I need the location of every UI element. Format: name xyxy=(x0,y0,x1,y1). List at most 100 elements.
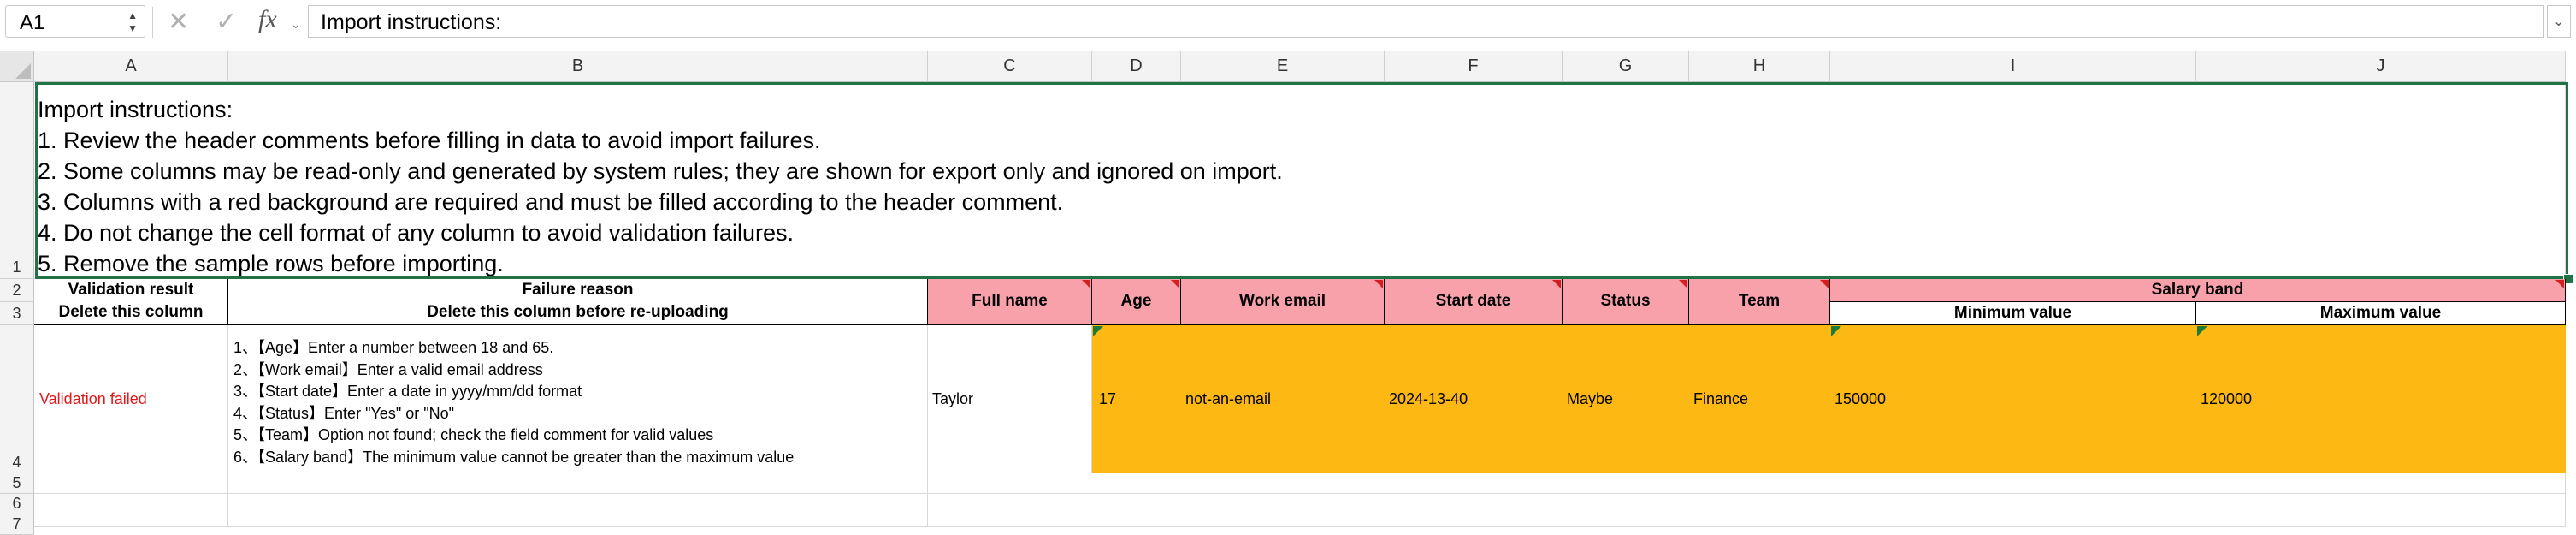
start-date-cell[interactable]: 2024-13-40 xyxy=(1385,325,1563,473)
failure-reason-label: Failure reason xyxy=(522,281,634,299)
selection-outline xyxy=(35,82,2568,279)
maximum-value-cell[interactable]: 120000 xyxy=(2196,325,2566,473)
status-cell[interactable]: Maybe xyxy=(1563,325,1689,473)
start-date-value: 2024-13-40 xyxy=(1389,389,1468,407)
error-indicator-icon xyxy=(1831,326,1841,336)
failure-line: 3、【Start date】Enter a date in yyyy/mm/dd… xyxy=(233,383,582,400)
status-value: Maybe xyxy=(1567,389,1614,407)
validation-result-header[interactable]: Validation result Delete this column bef… xyxy=(34,279,228,325)
row-header-7[interactable]: 7 xyxy=(0,514,34,535)
empty-cell[interactable] xyxy=(228,494,928,514)
formula-text: Import instructions: xyxy=(321,10,502,34)
column-header-i[interactable]: I xyxy=(1830,51,2196,82)
chevron-up-icon[interactable]: ▲ xyxy=(127,10,138,21)
row-header-4[interactable]: 4 xyxy=(0,325,34,473)
row-header-3[interactable]: 3 xyxy=(0,302,34,325)
failure-line: 1、【Age】Enter a number between 18 and 65. xyxy=(233,339,554,356)
age-value: 17 xyxy=(1099,389,1117,407)
minimum-value-cell[interactable]: 150000 xyxy=(1830,325,2196,473)
empty-cell[interactable] xyxy=(34,514,228,527)
x-icon[interactable]: ✕ xyxy=(168,7,189,37)
error-indicator-icon xyxy=(2197,326,2207,336)
age-header[interactable]: Age xyxy=(1092,279,1181,325)
formula-input[interactable]: Import instructions: xyxy=(308,5,2544,38)
column-header-c[interactable]: C xyxy=(928,51,1092,82)
empty-cell[interactable] xyxy=(228,473,928,494)
maximum-value: 120000 xyxy=(2201,389,2253,407)
check-icon[interactable]: ✓ xyxy=(216,7,237,37)
column-header-f[interactable]: F xyxy=(1385,51,1563,82)
empty-cell[interactable] xyxy=(34,473,228,494)
minimum-value-header[interactable]: Minimum value xyxy=(1830,302,2196,325)
comment-indicator-icon xyxy=(1171,280,1179,288)
start-date-header[interactable]: Start date xyxy=(1385,279,1563,325)
work-email-value: not-an-email xyxy=(1185,389,1272,407)
failure-reason-cell[interactable]: 1、【Age】Enter a number between 18 and 65.… xyxy=(228,325,928,473)
team-label: Team xyxy=(1738,292,1781,310)
chevron-down-icon: ⌄ xyxy=(2553,15,2565,29)
start-date-label: Start date xyxy=(1435,292,1511,310)
status-label: Status xyxy=(1600,292,1651,310)
formula-bar: A1 ▲ ▼ ✕ ✓ fx ⌄ Import instructions: ⌄ xyxy=(0,0,2576,45)
row-header-1[interactable]: 1 xyxy=(0,82,34,279)
comment-indicator-icon xyxy=(1679,280,1687,288)
empty-cell[interactable] xyxy=(34,494,228,514)
work-email-header[interactable]: Work email xyxy=(1181,279,1385,325)
comment-indicator-icon xyxy=(1820,280,1829,288)
empty-cell[interactable] xyxy=(928,473,2566,494)
validation-result-label: Validation result xyxy=(68,281,194,299)
full-name-header[interactable]: Full name xyxy=(928,279,1092,325)
column-header-b[interactable]: B xyxy=(228,51,928,82)
comment-indicator-icon xyxy=(1374,280,1383,288)
formula-expand-button[interactable]: ⌄ xyxy=(2547,5,2571,38)
fx-icon[interactable]: fx xyxy=(258,5,277,34)
fx-chevron-icon[interactable]: ⌄ xyxy=(291,17,301,32)
team-header[interactable]: Team xyxy=(1689,279,1830,325)
failure-reason-text: 1、【Age】Enter a number between 18 and 65.… xyxy=(233,337,794,468)
minimum-value: 150000 xyxy=(1835,389,1887,407)
maximum-value-label: Maximum value xyxy=(2319,304,2442,322)
full-name-cell[interactable]: Taylor xyxy=(928,325,1092,473)
failure-line: 6、【Salary band】The minimum value cannot … xyxy=(233,448,795,466)
work-email-cell[interactable]: not-an-email xyxy=(1181,325,1385,473)
failure-line: 2、【Work email】Enter a valid email addres… xyxy=(233,360,543,378)
salary-band-label: Salary band xyxy=(2151,281,2244,299)
validation-note: Delete this column before xyxy=(58,303,204,321)
comment-indicator-icon xyxy=(1552,280,1561,288)
validation-failed-text: Validation failed xyxy=(39,389,147,407)
full-name-value: Taylor xyxy=(932,389,974,407)
age-cell[interactable]: 17 xyxy=(1092,325,1181,473)
column-header-e[interactable]: E xyxy=(1181,51,1385,82)
column-header-g[interactable]: G xyxy=(1563,51,1689,82)
comment-indicator-icon xyxy=(1082,280,1090,288)
formula-divider xyxy=(152,7,153,38)
minimum-value-label: Minimum value xyxy=(1953,304,2072,322)
empty-cell[interactable] xyxy=(928,494,2566,514)
work-email-label: Work email xyxy=(1238,292,1326,310)
team-value: Finance xyxy=(1693,389,1749,407)
empty-cell[interactable] xyxy=(928,514,2566,527)
empty-cell[interactable] xyxy=(228,514,928,527)
maximum-value-header[interactable]: Maximum value xyxy=(2196,302,2566,325)
select-all-corner[interactable] xyxy=(0,51,34,82)
failure-line: 5、【Team】Option not found; check the fiel… xyxy=(233,426,714,443)
full-name-label: Full name xyxy=(972,292,1048,310)
column-header-h[interactable]: H xyxy=(1689,51,1830,82)
status-header[interactable]: Status xyxy=(1563,279,1689,325)
team-cell[interactable]: Finance xyxy=(1689,325,1830,473)
name-box-value: A1 xyxy=(20,11,45,34)
salary-band-header[interactable]: Salary band xyxy=(1830,279,2566,302)
column-header-j[interactable]: J xyxy=(2196,51,2566,82)
validation-result-cell[interactable]: Validation failed xyxy=(34,325,228,473)
row-header-6[interactable]: 6 xyxy=(0,494,34,514)
row-header-2[interactable]: 2 xyxy=(0,279,34,302)
column-header-d[interactable]: D xyxy=(1092,51,1181,82)
chevron-down-icon[interactable]: ▼ xyxy=(127,23,138,33)
age-label: Age xyxy=(1120,292,1152,310)
row-header-5[interactable]: 5 xyxy=(0,473,34,494)
error-indicator-icon xyxy=(1093,326,1103,336)
name-box[interactable]: A1 ▲ ▼ xyxy=(5,5,145,38)
column-header-a[interactable]: A xyxy=(34,51,228,82)
failure-reason-header[interactable]: Failure reason Delete this column before… xyxy=(228,279,928,325)
failure-line: 4、【Status】Enter "Yes" or "No" xyxy=(233,404,455,422)
